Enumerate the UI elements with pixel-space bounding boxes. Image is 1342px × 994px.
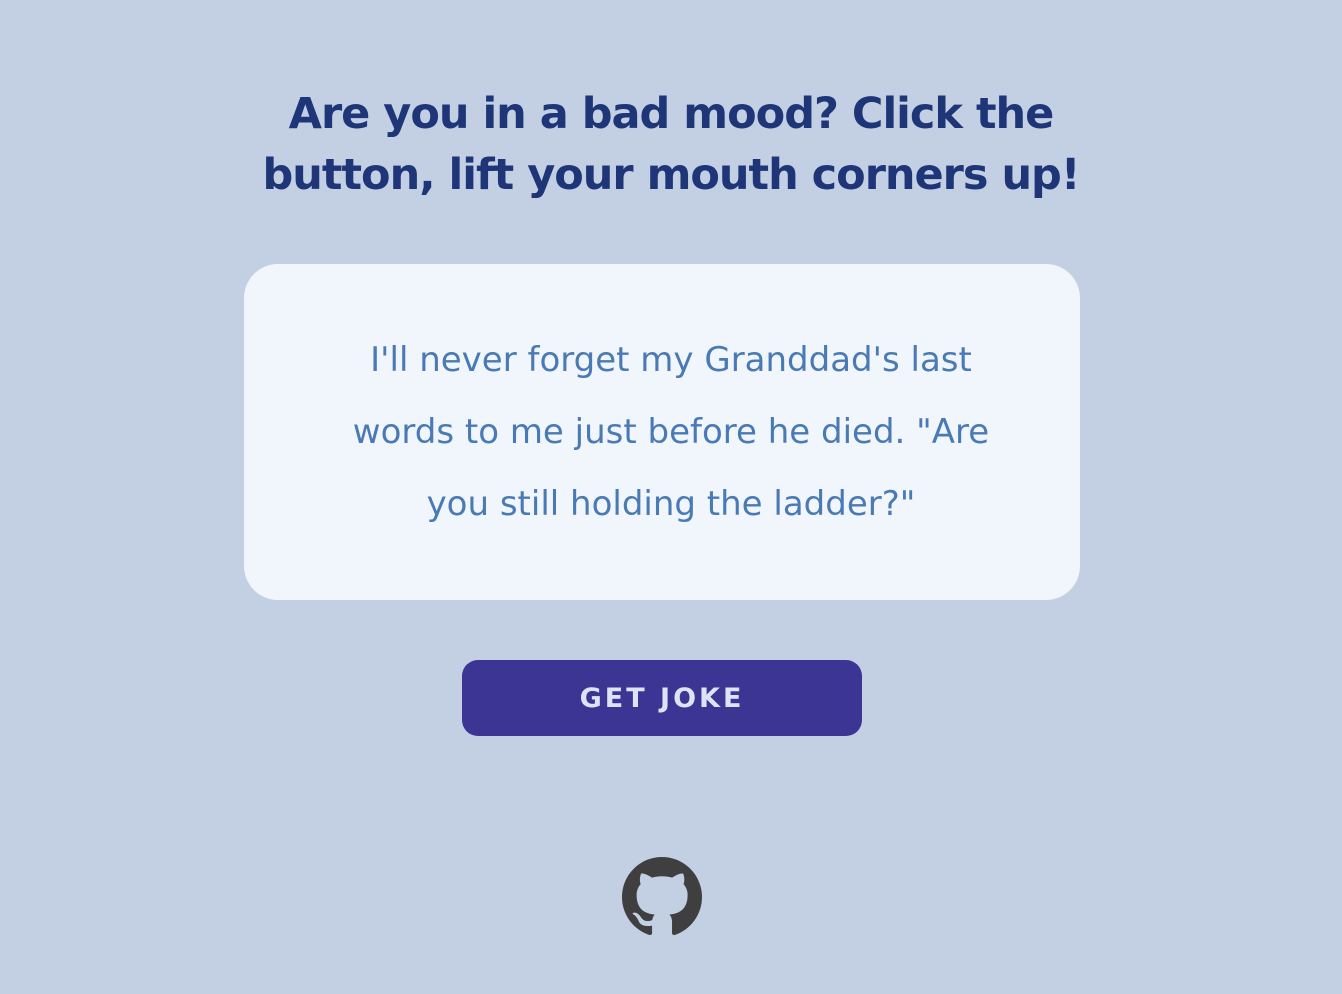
github-icon bbox=[622, 857, 702, 936]
github-link[interactable] bbox=[622, 857, 702, 937]
joke-text-line-2: words to me just before he died. "Are bbox=[352, 412, 990, 452]
page-title: Are you in a bad mood? Click the button,… bbox=[0, 84, 1342, 206]
joke-text-line-3: you still holding the ladder?" bbox=[426, 484, 916, 524]
joke-text-line-1: I'll never forget my Granddad's last bbox=[370, 340, 972, 380]
joke-page: Are you in a bad mood? Click the button,… bbox=[0, 0, 1342, 994]
get-joke-button[interactable]: GET JOKE bbox=[462, 660, 862, 736]
page-title-line-2: button, lift your mouth corners up! bbox=[262, 150, 1081, 200]
joke-text: I'll never forget my Granddad's last wor… bbox=[0, 324, 1342, 540]
page-title-line-1: Are you in a bad mood? Click the bbox=[288, 89, 1055, 139]
